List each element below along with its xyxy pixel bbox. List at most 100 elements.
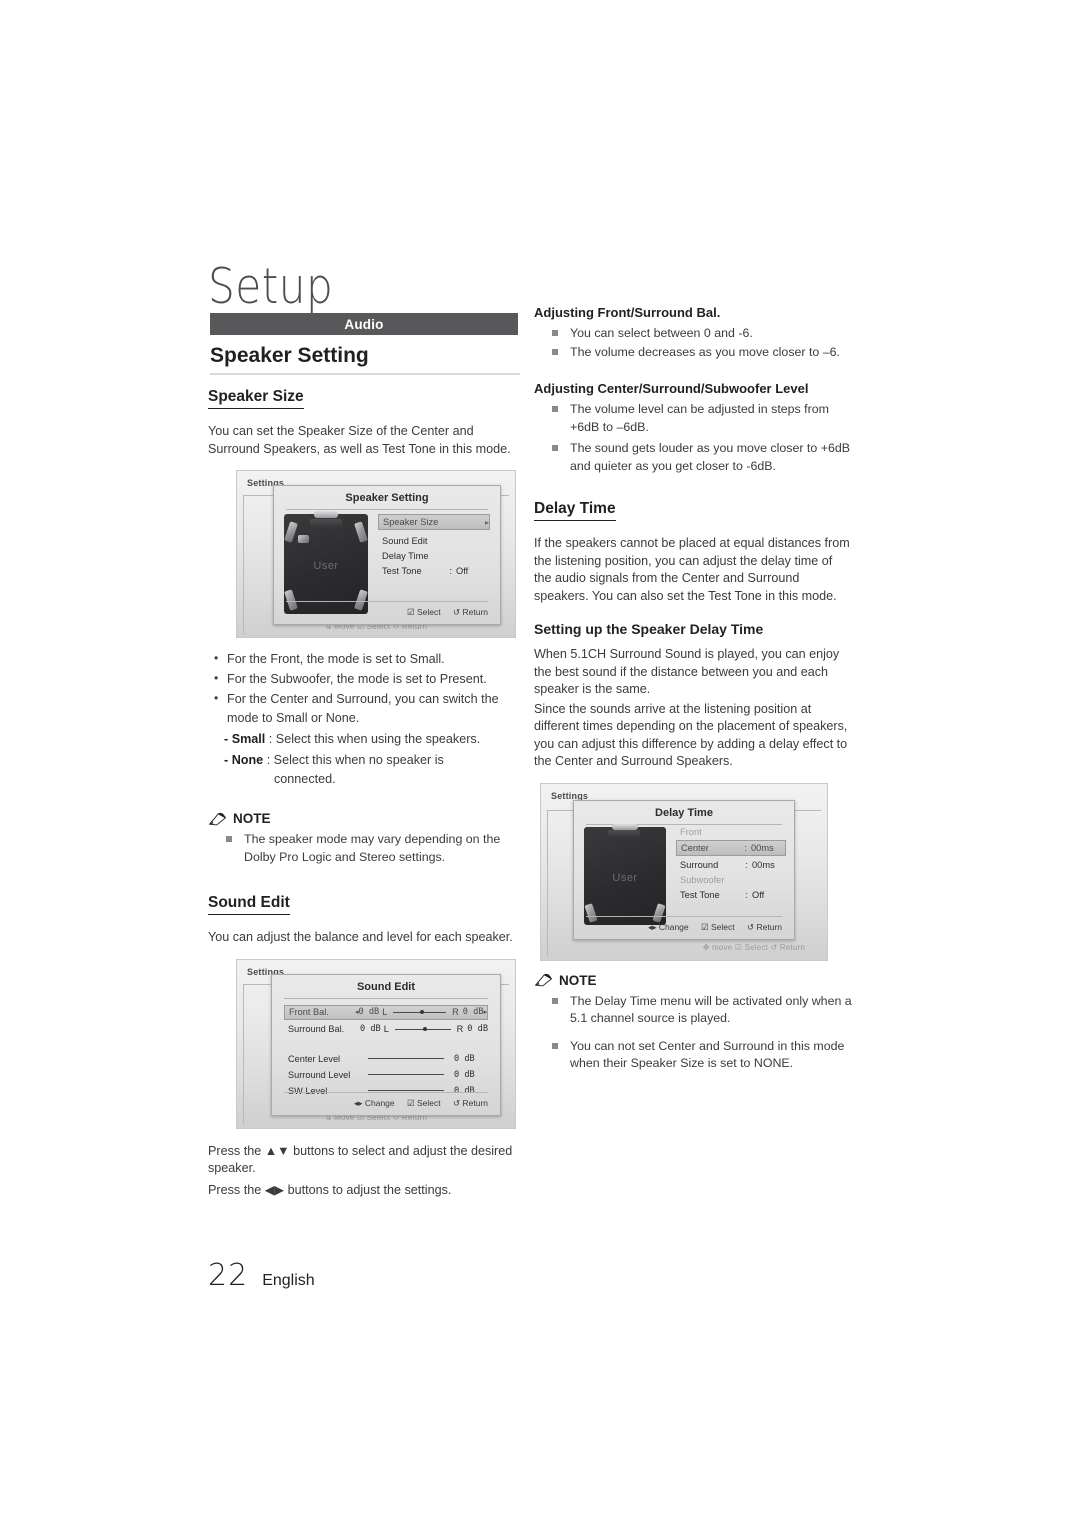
tv-icon xyxy=(314,511,338,518)
menu-item-colon: : xyxy=(745,860,748,870)
heading-front-surround-bal: Adjusting Front/Surround Bal. xyxy=(534,305,721,320)
manual-page: Setup Audio Speaker Setting Speaker Size… xyxy=(0,0,1080,1527)
front-left-speaker-icon xyxy=(284,521,298,543)
osd-select-hint: ☑ Select xyxy=(407,607,441,617)
list-item: For the Subwoofer, the mode is set to Pr… xyxy=(214,669,524,689)
osd-select-hint: ☑ Select xyxy=(701,921,735,932)
menu-item-value: 00ms xyxy=(751,842,774,853)
dash-item-small: - Small : Select this when using the spe… xyxy=(208,730,524,749)
note-list: The speaker mode may vary depending on t… xyxy=(226,831,524,866)
osd-sound-edit: Sound Edit Front Bal. ◂ 0 dB L R 0 dB ▸ xyxy=(271,973,501,1116)
osd-menu-list: Front Center : 00ms Surround : 00ms Subw… xyxy=(676,825,786,903)
osd-delay-time: Delay Time User Front Center : 00ms Surr… xyxy=(573,799,795,940)
osd-change-hint: ◂▸ Change xyxy=(647,921,689,932)
list-item: The Delay Time menu will be activated on… xyxy=(552,993,852,1028)
menu-item-value: 00ms xyxy=(752,860,775,870)
menu-item-label: Center xyxy=(681,842,709,853)
menu-item-delay-time[interactable]: Delay Time xyxy=(378,548,490,563)
menu-item-front: Front xyxy=(676,825,786,840)
surround-bal-slider[interactable] xyxy=(394,1026,451,1031)
note-title: NOTE xyxy=(233,811,271,826)
dash-label-none: - None xyxy=(224,753,264,767)
menu-item-center[interactable]: Center : 00ms xyxy=(676,839,786,856)
list-item: The volume decreases as you move closer … xyxy=(552,344,852,362)
osd-speaker-setting: Speaker Setting User Speaker Size ▸ Soun… xyxy=(273,485,501,625)
front-right-speaker-icon xyxy=(354,521,368,543)
note-block-2: NOTE The Delay Time menu will be activat… xyxy=(534,973,852,1073)
audio-section-label: Audio xyxy=(344,316,384,332)
center-level-slider[interactable] xyxy=(368,1058,444,1059)
sound-edit-row-surround-bal[interactable]: Surround Bal. 0 dB L R 0 dB xyxy=(284,1022,488,1037)
page-language: English xyxy=(262,1272,315,1289)
front-surround-bal-list: You can select between 0 and -6. The vol… xyxy=(552,325,852,361)
row-left-channel: L xyxy=(383,1024,389,1034)
osd-footer-hints: ☑ Select ↺ Return xyxy=(286,601,488,618)
section-heading: Speaker Setting xyxy=(210,344,520,375)
osd-title: Sound Edit xyxy=(356,980,416,993)
sound-edit-intro: You can adjust the balance and level for… xyxy=(208,930,513,944)
menu-item-label: Front xyxy=(680,827,702,837)
surround-level-slider[interactable] xyxy=(368,1074,444,1075)
menu-item-value: Off xyxy=(456,565,469,576)
menu-item-sound-edit[interactable]: Sound Edit xyxy=(378,533,490,548)
list-item: You can select between 0 and -6. xyxy=(552,325,852,343)
note-header: NOTE xyxy=(208,811,524,826)
sound-edit-after-1: Press the ▲▼ buttons to select and adjus… xyxy=(208,1143,513,1176)
menu-item-colon: : xyxy=(745,890,748,900)
speaker-size-bullets: For the Front, the mode is set to Small.… xyxy=(214,649,524,728)
user-position-label: User xyxy=(313,560,339,572)
chevron-right-icon[interactable]: ▸ xyxy=(483,1008,487,1016)
row-db: 0 dB xyxy=(454,1053,475,1064)
speaker-size-intro: You can set the Speaker Size of the Cent… xyxy=(208,424,511,456)
menu-item-test-tone[interactable]: Test Tone : Off xyxy=(676,888,786,903)
audio-section-bar: Audio xyxy=(210,313,518,335)
row-label: Surround Bal. xyxy=(288,1024,345,1034)
pencil-icon xyxy=(208,812,227,825)
subwoofer-icon xyxy=(298,535,309,543)
row-label: Surround Level xyxy=(288,1069,351,1080)
list-item: The speaker mode may vary depending on t… xyxy=(226,831,524,866)
list-item: The sound gets louder as you move closer… xyxy=(552,440,852,475)
menu-item-label: Test Tone xyxy=(382,565,422,576)
row-left-channel: L xyxy=(382,1007,388,1017)
row-label: Center Level xyxy=(288,1053,341,1064)
page-number: 22 xyxy=(208,1258,249,1293)
center-speaker-icon xyxy=(608,829,640,838)
menu-item-colon: : xyxy=(449,565,452,576)
menu-item-label: Sound Edit xyxy=(382,535,428,546)
page-title: Setup xyxy=(208,258,334,316)
menu-item-value: Off xyxy=(752,890,765,900)
user-position-label: User xyxy=(612,871,638,884)
heading-delay-time: Delay Time xyxy=(534,500,616,521)
heading-sound-edit: Sound Edit xyxy=(208,894,290,915)
sound-edit-row-center-level[interactable]: Center Level 0 dB xyxy=(284,1051,488,1067)
dash-text-small: : Select this when using the speakers. xyxy=(268,732,481,746)
dash-label-small: - Small xyxy=(224,732,266,746)
tv-icon xyxy=(612,823,638,830)
figure-ghost-hint: ✥ move ☑ Select ↺ Return xyxy=(702,942,805,952)
sound-edit-row-front-bal[interactable]: Front Bal. ◂ 0 dB L R 0 dB ▸ xyxy=(284,1004,488,1020)
menu-item-speaker-size[interactable]: Speaker Size ▸ xyxy=(378,514,490,530)
dash-item-none: - None : Select this when no speaker is xyxy=(208,751,524,770)
osd-select-hint: ☑ Select xyxy=(407,1097,441,1108)
row-right-db: 0 dB xyxy=(462,1007,484,1017)
list-item: For the Center and Surround, you can swi… xyxy=(214,689,524,728)
front-bal-slider[interactable] xyxy=(393,1009,447,1014)
sound-edit-row-surround-level[interactable]: Surround Level 0 dB xyxy=(284,1067,488,1083)
row-label: Front Bal. xyxy=(289,1007,329,1017)
row-left-db: 0 dB xyxy=(358,1007,380,1017)
note-title: NOTE xyxy=(559,972,597,988)
delay-time-para-2: Since the sounds arrive at the listening… xyxy=(534,701,848,769)
menu-item-test-tone[interactable]: Test Tone : Off xyxy=(378,563,490,578)
osd-title: Speaker Setting xyxy=(345,492,429,504)
menu-item-surround[interactable]: Surround : 00ms xyxy=(676,858,786,873)
menu-item-label: Speaker Size xyxy=(383,517,439,527)
speaker-layout-illustration: User xyxy=(284,511,368,614)
menu-item-label: Delay Time xyxy=(382,550,429,561)
left-column: Speaker Size You can set the Speaker Siz… xyxy=(208,388,524,1211)
delay-time-intro: If the speakers cannot be placed at equa… xyxy=(534,536,850,603)
menu-item-label: Test Tone xyxy=(680,890,720,900)
osd-menu-list: Speaker Size ▸ Sound Edit Delay Time Tes… xyxy=(378,514,490,578)
osd-title: Delay Time xyxy=(655,806,713,819)
row-right-channel: R xyxy=(456,1024,464,1034)
